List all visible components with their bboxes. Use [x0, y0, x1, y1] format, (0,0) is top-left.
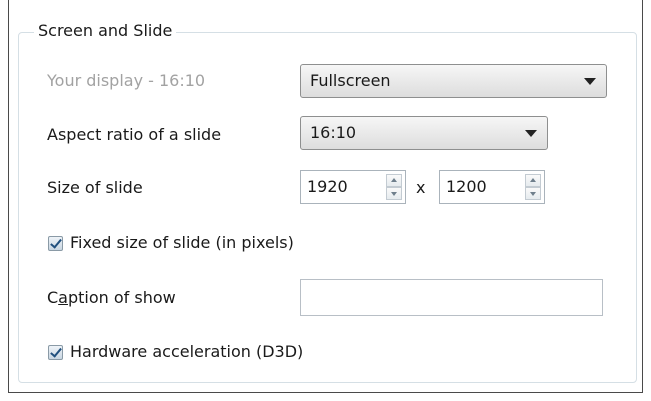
- slide-height-spinner[interactable]: 1200: [439, 170, 545, 204]
- display-label: Your display - 16:10: [47, 71, 206, 90]
- slide-width-value: 1920: [307, 177, 348, 196]
- height-decrement-button[interactable]: [525, 187, 541, 200]
- slide-width-spinner[interactable]: 1920: [300, 170, 406, 204]
- size-label: Size of slide: [47, 178, 143, 197]
- hardware-acceleration-label[interactable]: Hardware acceleration (D3D): [70, 341, 303, 363]
- caption-access-key: a: [58, 288, 68, 307]
- chevron-down-icon: [525, 130, 537, 137]
- fixed-size-label[interactable]: Fixed size of slide (in pixels): [70, 232, 294, 254]
- group-title: Screen and Slide: [34, 18, 177, 44]
- aspect-ratio-value: 16:10: [310, 123, 357, 142]
- chevron-down-icon: [584, 78, 596, 85]
- width-decrement-button[interactable]: [386, 187, 402, 200]
- height-increment-button[interactable]: [525, 174, 541, 187]
- slide-height-value: 1200: [446, 177, 487, 196]
- size-separator: x: [416, 178, 426, 197]
- aspect-ratio-label: Aspect ratio of a slide: [47, 125, 222, 144]
- width-increment-button[interactable]: [386, 174, 402, 187]
- hardware-acceleration-checkbox[interactable]: [48, 345, 63, 360]
- display-mode-value: Fullscreen: [310, 71, 391, 90]
- fixed-size-checkbox[interactable]: [48, 236, 63, 251]
- aspect-ratio-dropdown[interactable]: 16:10: [300, 116, 548, 150]
- caption-input[interactable]: [300, 279, 603, 316]
- caption-label: Caption of show: [47, 288, 176, 307]
- display-mode-dropdown[interactable]: Fullscreen: [300, 64, 607, 98]
